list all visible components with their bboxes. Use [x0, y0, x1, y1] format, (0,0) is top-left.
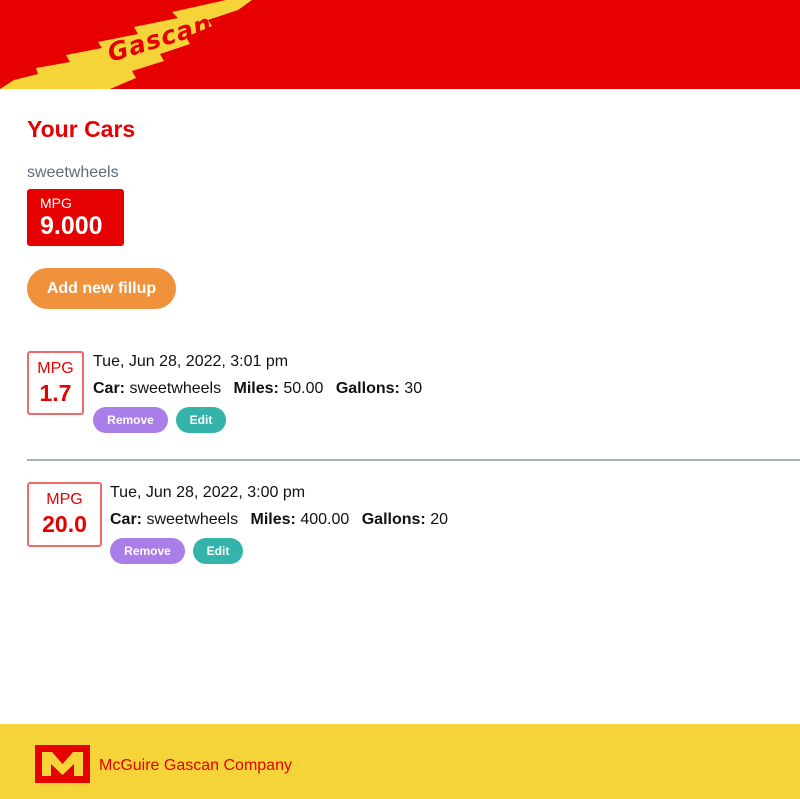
fillup-miles-label: Miles:	[250, 511, 296, 528]
company-name: McGuire Gascan Company	[99, 757, 292, 774]
car-name: sweetwheels	[27, 164, 119, 181]
fillup-car-value: sweetwheels	[129, 380, 222, 397]
remove-fillup-button[interactable]: Remove	[110, 538, 185, 564]
fillup-gallons-value: 20	[430, 511, 448, 528]
site-footer: McGuire Gascan Company	[0, 724, 800, 799]
fillup-stats: Car: sweetwheels Miles: 400.00 Gallons: …	[110, 511, 448, 529]
fillup-miles-value: 400.00	[300, 511, 350, 528]
fillup-mpg-value: 20.0	[42, 511, 87, 537]
fillup-date: Tue, Jun 28, 2022, 3:00 pm	[110, 484, 306, 501]
page: Gascan Your Cars sweetwheels MPG 9.000 A…	[0, 0, 800, 799]
add-new-fillup-button[interactable]: Add new fillup	[27, 268, 176, 309]
fillup-date: Tue, Jun 28, 2022, 3:01 pm	[93, 353, 289, 370]
remove-fillup-button[interactable]: Remove	[93, 407, 168, 433]
fillup-stats: Car: sweetwheels Miles: 50.00 Gallons: 3…	[93, 380, 422, 398]
edit-fillup-button[interactable]: Edit	[176, 407, 226, 433]
fillup-car-label: Car:	[110, 511, 143, 528]
fillup-gallons-label: Gallons:	[335, 380, 400, 397]
fillup-mpg-badge: MPG 20.0	[27, 482, 102, 547]
fillup-car-label: Car:	[93, 380, 126, 397]
m-logo-icon	[35, 745, 90, 783]
car-mpg-box: MPG 9.000	[27, 189, 124, 246]
edit-fillup-button[interactable]: Edit	[193, 538, 243, 564]
fillup-miles-label: Miles:	[233, 380, 279, 397]
fillup-mpg-label: MPG	[37, 360, 74, 377]
fillup-mpg-badge: MPG 1.7	[27, 351, 84, 415]
fillup-mpg-label: MPG	[46, 491, 83, 508]
fillup-mpg-value: 1.7	[39, 380, 72, 406]
site-header: Gascan	[0, 0, 800, 89]
fillup-divider	[27, 459, 800, 461]
fillup-gallons-label: Gallons:	[361, 511, 426, 528]
fillup-gallons-value: 30	[404, 380, 423, 397]
fillup-miles-value: 50.00	[283, 380, 324, 397]
fillup-car-value: sweetwheels	[146, 511, 239, 528]
car-mpg-label: MPG	[40, 195, 72, 211]
car-mpg-value: 9.000	[40, 212, 103, 240]
page-title: Your Cars	[27, 116, 136, 142]
